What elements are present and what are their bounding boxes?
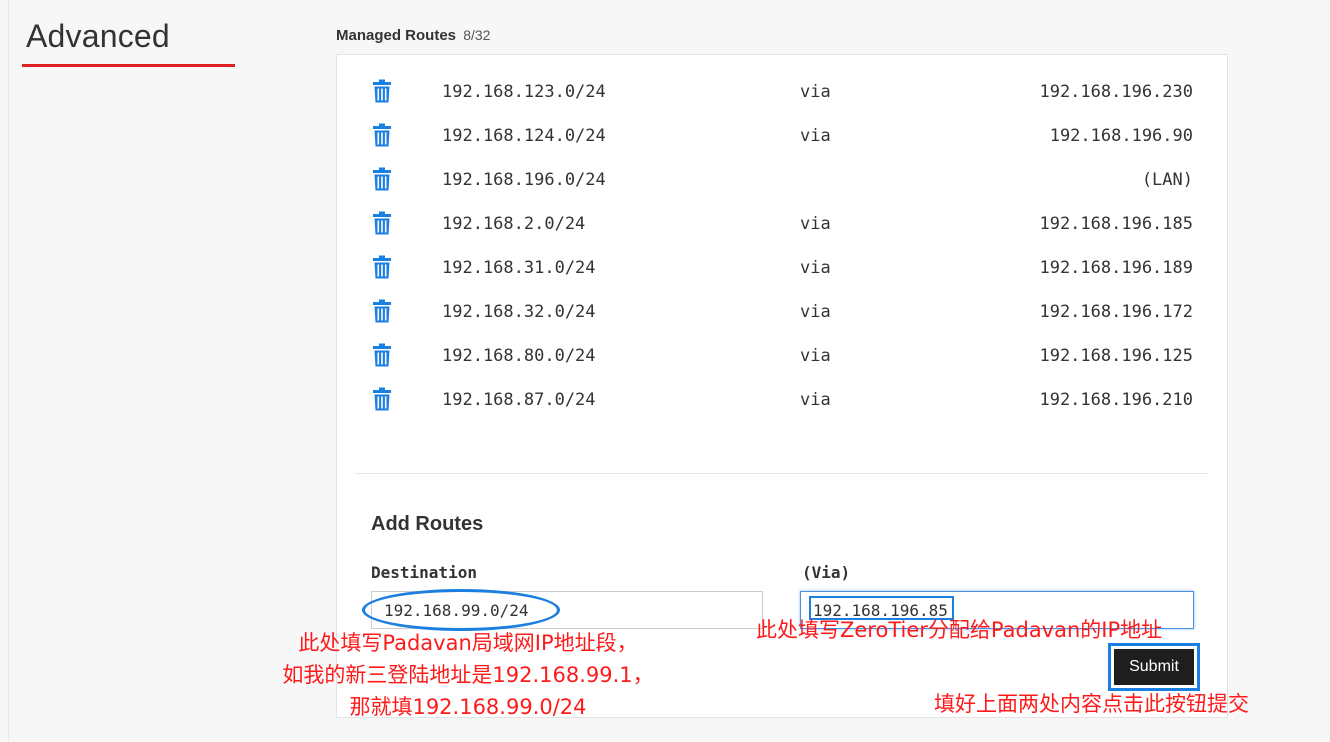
route-via: via: [800, 214, 831, 234]
trash-icon[interactable]: [373, 79, 391, 103]
route-destination: 192.168.32.0/24: [442, 302, 596, 322]
route-via: via: [800, 390, 831, 410]
destination-label: Destination: [371, 563, 477, 582]
route-via: via: [800, 82, 831, 102]
route-gateway: 192.168.196.210: [1039, 390, 1193, 410]
destination-input[interactable]: [371, 591, 763, 629]
left-divider: [8, 0, 9, 742]
route-row: 192.168.124.0/24 via 192.168.196.90: [337, 121, 1227, 151]
route-gateway: 192.168.196.90: [1049, 126, 1193, 146]
trash-icon[interactable]: [373, 343, 391, 367]
route-gateway: 192.168.196.185: [1039, 214, 1193, 234]
route-destination: 192.168.31.0/24: [442, 258, 596, 278]
managed-routes-label: Managed Routes: [336, 27, 457, 44]
route-row: 192.168.32.0/24 via 192.168.196.172: [337, 297, 1227, 327]
destination-annotation-line1: 此处填写Padavan局域网IP地址段，: [298, 631, 638, 655]
via-label: (Via): [802, 563, 851, 582]
route-via: via: [800, 346, 831, 366]
submit-annotation: 填好上面两处内容点击此按钮提交: [934, 692, 1249, 716]
route-destination: 192.168.124.0/24: [442, 126, 606, 146]
managed-routes-heading: Managed Routes 8/32: [336, 27, 490, 44]
route-row: 192.168.80.0/24 via 192.168.196.125: [337, 341, 1227, 371]
via-annotation: 此处填写ZeroTier分配给Padavan的IP地址: [756, 618, 1163, 642]
route-row: 192.168.123.0/24 via 192.168.196.230: [337, 77, 1227, 107]
trash-icon[interactable]: [373, 123, 391, 147]
trash-icon[interactable]: [373, 387, 391, 411]
trash-icon[interactable]: [373, 299, 391, 323]
route-gateway: (LAN): [1141, 170, 1193, 190]
route-gateway: 192.168.196.125: [1039, 346, 1193, 366]
route-gateway: 192.168.196.172: [1039, 302, 1193, 322]
route-via: via: [800, 302, 831, 322]
route-via: via: [800, 126, 831, 146]
destination-annotation: 此处填写Padavan局域网IP地址段， 如我的新三登陆地址是192.168.9…: [258, 627, 678, 723]
route-destination: 192.168.80.0/24: [442, 346, 596, 366]
submit-highlight-box: Submit: [1108, 643, 1200, 691]
route-gateway: 192.168.196.189: [1039, 258, 1193, 278]
route-row: 192.168.2.0/24 via 192.168.196.185: [337, 209, 1227, 239]
add-routes-title: Add Routes: [371, 513, 484, 535]
destination-annotation-line3: 那就填192.168.99.0/24: [349, 695, 587, 719]
sidebar-title: Advanced: [26, 18, 170, 54]
route-row: 192.168.87.0/24 via 192.168.196.210: [337, 385, 1227, 415]
route-row: 192.168.31.0/24 via 192.168.196.189: [337, 253, 1227, 283]
destination-annotation-line2: 如我的新三登陆地址是192.168.99.1，: [282, 663, 654, 687]
managed-routes-count: 8/32: [463, 27, 491, 43]
sidebar-title-underline: [22, 64, 235, 67]
route-via: via: [800, 258, 831, 278]
route-destination: 192.168.123.0/24: [442, 82, 606, 102]
route-destination: 192.168.196.0/24: [442, 170, 606, 190]
panel-divider: [355, 473, 1209, 474]
submit-button[interactable]: Submit: [1114, 649, 1194, 685]
trash-icon[interactable]: [373, 211, 391, 235]
trash-icon[interactable]: [373, 167, 391, 191]
route-destination: 192.168.2.0/24: [442, 214, 586, 234]
route-destination: 192.168.87.0/24: [442, 390, 596, 410]
trash-icon[interactable]: [373, 255, 391, 279]
route-gateway: 192.168.196.230: [1039, 82, 1193, 102]
route-row: 192.168.196.0/24 (LAN): [337, 165, 1227, 195]
